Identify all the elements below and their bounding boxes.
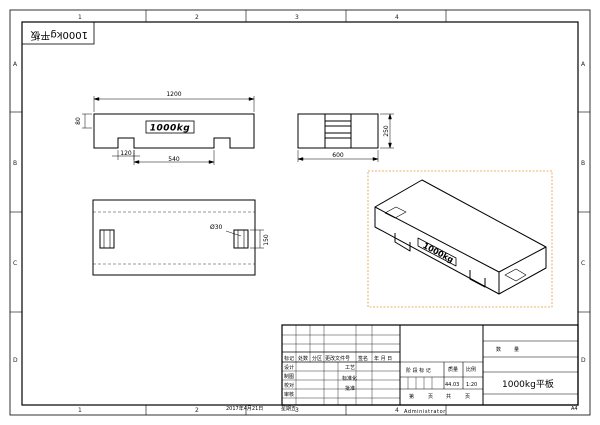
top-dimensions	[225, 229, 264, 249]
tb-date: 2017年4月21日	[226, 405, 263, 412]
tb-rev-header-mark: 标记	[284, 355, 294, 362]
tb-rev-header-sign: 签名	[358, 355, 368, 362]
tb-scale-label: 比例	[466, 366, 476, 373]
iso-view	[374, 179, 547, 295]
zone-label-right-a: A	[581, 61, 586, 68]
zone-label-bottom-1: 1	[78, 407, 82, 414]
side-dim-width: 600	[332, 152, 344, 159]
tb-role-standard: 标准化	[342, 375, 357, 382]
zone-label-right-d: D	[581, 357, 586, 364]
tb-role-design: 设计	[284, 364, 294, 371]
zone-label-top-1: 1	[78, 14, 82, 21]
title-stamp: 1000kg平板	[30, 29, 88, 42]
tb-author: Administrator	[404, 409, 446, 415]
title-block-grid	[281, 324, 579, 406]
tb-mass-label: 质量	[448, 366, 458, 373]
zone-label-bottom-4: 4	[395, 407, 399, 414]
tb-rev-header-count: 处数	[298, 355, 308, 362]
front-dim-height: 80	[75, 117, 82, 125]
zone-label-right-b: B	[581, 160, 585, 167]
tb-scale-value: 1:20	[466, 382, 477, 388]
zone-label-left-c: C	[13, 260, 17, 267]
zone-label-top-3: 3	[295, 14, 299, 21]
zone-label-bottom-2: 2	[195, 407, 199, 414]
tb-sheet-label-2: 页	[428, 394, 433, 400]
side-dim-height: 250	[383, 125, 390, 137]
tb-role-process: 工艺	[345, 365, 355, 371]
zone-label-top-2: 2	[195, 14, 199, 21]
tb-stage-label: 阶 段 标 记	[406, 367, 431, 374]
drawing-canvas: 1 2 3 4 1 2 3 4 A B C D A B C D 1000kg平板…	[9, 9, 591, 416]
zone-label-right-c: C	[581, 260, 585, 267]
front-dim-span: 540	[168, 156, 180, 163]
zone-label-left-a: A	[13, 61, 18, 68]
tb-role-review: 审核	[284, 391, 294, 398]
top-dim-hole: Ø30	[210, 224, 223, 231]
tb-rev-header-date: 年 月 日	[374, 355, 392, 362]
tb-sheet-label-1: 第	[409, 393, 414, 400]
tb-sheet-label-3: 共	[446, 393, 451, 400]
iso-view-frame	[367, 170, 553, 308]
zone-label-top-4: 4	[395, 14, 399, 21]
front-dim-length: 1200	[166, 91, 181, 98]
front-plate-label: 1000kg	[150, 124, 191, 134]
tb-role-check: 校对	[284, 382, 294, 389]
tb-mass-value: 44.03	[445, 382, 459, 388]
front-dim-notch: 120	[120, 150, 132, 157]
inner-border	[21, 21, 579, 406]
zone-label-left-b: B	[13, 160, 17, 167]
top-view	[92, 199, 256, 276]
drawing-sheet: 1 2 3 4 1 2 3 4 A B C D A B C D 1000kg平板…	[0, 0, 600, 425]
tb-sheet-size: A4	[571, 406, 578, 412]
top-dim-slot: 150	[263, 234, 270, 246]
tb-rev-header-file: 更改文件号	[325, 355, 350, 362]
tb-weekday: 星期五	[281, 406, 296, 412]
tb-role-draw: 制图	[284, 373, 294, 380]
tb-qty-label-2: 量	[514, 346, 519, 353]
zone-label-left-d: D	[13, 357, 18, 364]
tb-role-approve: 批准	[345, 385, 355, 392]
tb-rev-header-zone: 分区	[312, 355, 322, 362]
tb-qty-label: 数	[496, 346, 501, 353]
tb-sheet-label-4: 页	[465, 394, 470, 400]
side-view	[297, 113, 379, 149]
outer-border	[9, 9, 591, 416]
zone-ticks	[10, 10, 590, 415]
tb-part-name: 1000kg平板	[502, 378, 554, 390]
